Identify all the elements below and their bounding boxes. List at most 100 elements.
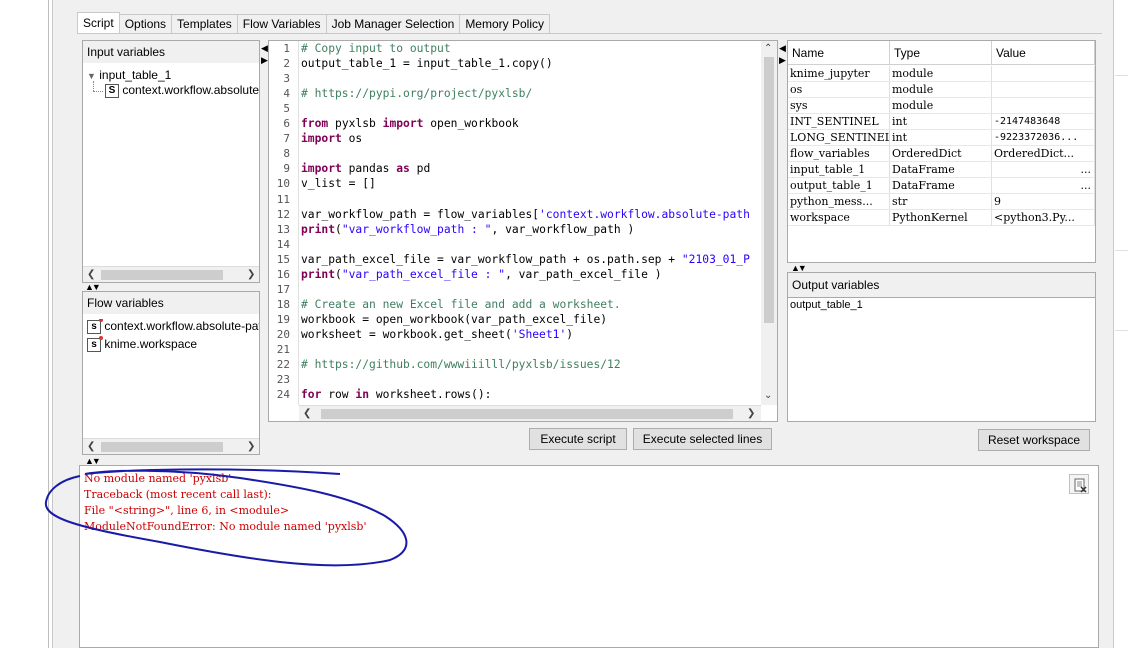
cell-name[interactable]: knime_jupyter [788,66,890,82]
scroll-up-icon[interactable]: ⌃ [764,42,772,56]
clear-console-button[interactable] [1069,474,1089,494]
column-header-type[interactable]: Type [890,41,992,65]
cell-type[interactable]: DataFrame [890,162,992,178]
code-line[interactable]: v_list = [] [301,177,376,190]
cell-value[interactable]: 9 [992,194,1095,210]
expand-triangle-icon[interactable]: ▼ [87,71,96,81]
scroll-right-icon[interactable]: ❯ [747,407,755,421]
line-number: 21 [276,343,290,356]
code-line[interactable]: print("var_path_excel_file : ", var_path… [301,268,662,281]
cell-name[interactable]: INT_SENTINEL [788,114,890,130]
code-line[interactable]: # https://pypi.org/project/pyxlsb/ [301,87,532,100]
tree-connector [93,81,94,91]
code-line[interactable]: import pandas as pd [301,162,430,175]
code-line[interactable]: var_path_excel_file = var_workflow_path … [301,253,750,266]
splitter-arrows-icon[interactable]: ▲▼ [791,264,807,273]
column-header-value[interactable]: Value [992,41,1095,65]
cell-name[interactable]: workspace [788,210,890,226]
scrollbar-thumb[interactable] [764,57,774,323]
cell-value[interactable]: ... [992,178,1095,194]
cell-type[interactable]: int [890,130,992,146]
annotation-circle [44,468,408,567]
cell-type[interactable]: str [890,194,992,210]
cell-type[interactable]: DataFrame [890,178,992,194]
execute-script-button[interactable]: Execute script [529,428,627,450]
splitter-arrows-icon[interactable]: ▲▼ [85,283,101,292]
cell-value[interactable] [992,66,1095,82]
code-line[interactable]: from pyxlsb import open_workbook [301,117,519,130]
code-area[interactable]: # Copy input to output output_table_1 = i… [301,41,761,405]
splitter-right-arrows-icon[interactable]: ◀ ▶ [779,42,786,66]
tab-templates[interactable]: Templates [171,14,238,34]
line-number-gutter: 1 2 3 4 5 6 7 8 9 10 11 12 13 14 15 16 17 18 19 20 21 22 23 24 [269,41,299,405]
tab-flow-variables[interactable]: Flow Variables [236,14,327,34]
cell-value[interactable]: -2147483648 [992,114,1095,130]
scroll-right-icon[interactable]: ❯ [247,268,255,282]
cell-type[interactable]: PythonKernel [890,210,992,226]
tree-node-context-workflow[interactable]: S context.workflow.absolute-p [105,83,259,98]
horizontal-scrollbar[interactable]: ❮ ❯ [83,438,259,454]
cell-value[interactable]: -9223372036... [992,130,1095,146]
splitter-left-arrows-icon[interactable]: ◀ ▶ [261,42,268,66]
cell-value[interactable]: OrderedDict... [992,146,1095,162]
horizontal-scrollbar[interactable]: ❮ ❯ [299,405,761,421]
cell-name[interactable]: LONG_SENTINEL [788,130,890,146]
code-line[interactable]: worksheet = workbook.get_sheet('Sheet1') [301,328,573,341]
flow-variable-item[interactable]: s knime.workspace [87,335,197,352]
cell-name[interactable]: input_table_1 [788,162,890,178]
cell-type[interactable]: module [890,82,992,98]
code-editor[interactable]: 1 2 3 4 5 6 7 8 9 10 11 12 13 14 15 16 17 18 19 20 21 22 23 24 … [268,40,778,422]
scroll-left-icon[interactable]: ❮ [87,440,95,454]
cell-type[interactable]: module [890,98,992,114]
flow-variable-item[interactable]: s context.workflow.absolute-path [87,319,259,334]
code-line[interactable]: # https://github.com/wwwiiilll/pyxlsb/is… [301,358,621,371]
vertical-scrollbar[interactable]: ⌃ ⌄ [761,41,777,405]
scroll-left-icon[interactable]: ❮ [303,407,311,421]
reset-workspace-button[interactable]: Reset workspace [978,429,1090,451]
tab-memory-policy[interactable]: Memory Policy [459,14,550,34]
cell-name[interactable]: os [788,82,890,98]
code-line[interactable]: # Copy input to output [301,42,451,55]
cell-type[interactable]: module [890,66,992,82]
execute-selected-lines-button[interactable]: Execute selected lines [633,428,772,450]
column-header-name[interactable]: Name [788,41,890,65]
line-number: 23 [276,373,290,387]
line-number: 12 [276,207,290,221]
output-variables-header: Output variables [788,273,1095,298]
cell-value[interactable]: ... [992,162,1095,178]
scroll-left-icon[interactable]: ❮ [87,268,95,282]
line-number: 22 [276,358,290,372]
scrollbar-thumb[interactable] [101,442,223,452]
horizontal-scrollbar[interactable]: ❮ ❯ [83,266,259,282]
scroll-right-icon[interactable]: ❯ [247,440,255,454]
code-line[interactable]: var_workflow_path = flow_variables['cont… [301,208,750,221]
tab-job-manager-selection[interactable]: Job Manager Selection [325,14,461,34]
tab-options[interactable]: Options [118,14,173,34]
scrollbar-thumb[interactable] [321,409,733,419]
cell-value[interactable] [992,82,1095,98]
code-line[interactable]: import os [301,132,362,145]
scrollbar-thumb[interactable] [101,270,223,280]
code-line[interactable]: output_table_1 = input_table_1.copy() [301,57,553,70]
line-number: 16 [276,267,290,281]
tree-node-input-table[interactable]: ▼ input_table_1 [87,68,171,82]
line-number: 7 [283,132,290,146]
cell-name[interactable]: sys [788,98,890,114]
code-line[interactable]: for row in worksheet.rows(): [301,388,491,401]
scroll-down-icon[interactable]: ⌄ [764,389,772,403]
code-line[interactable]: workbook = open_workbook(var_path_excel_… [301,313,607,326]
cell-name[interactable]: flow_variables [788,146,890,162]
cell-value[interactable]: <python3.Py... [992,210,1095,226]
output-variable-item[interactable]: output_table_1 [790,299,863,311]
cell-name[interactable]: output_table_1 [788,178,890,194]
code-line[interactable]: print("var_workflow_path : ", var_workfl… [301,223,634,236]
tab-script[interactable]: Script [77,12,120,34]
tree-node-label: input_table_1 [99,68,172,82]
line-number: 8 [283,147,290,161]
cell-type[interactable]: int [890,114,992,130]
cell-type[interactable]: OrderedDict [890,146,992,162]
cell-value[interactable] [992,98,1095,114]
code-line[interactable]: # Create an new Excel file and add a wor… [301,298,621,311]
string-column-icon: S [105,83,119,98]
cell-name[interactable]: python_mess... [788,194,890,210]
